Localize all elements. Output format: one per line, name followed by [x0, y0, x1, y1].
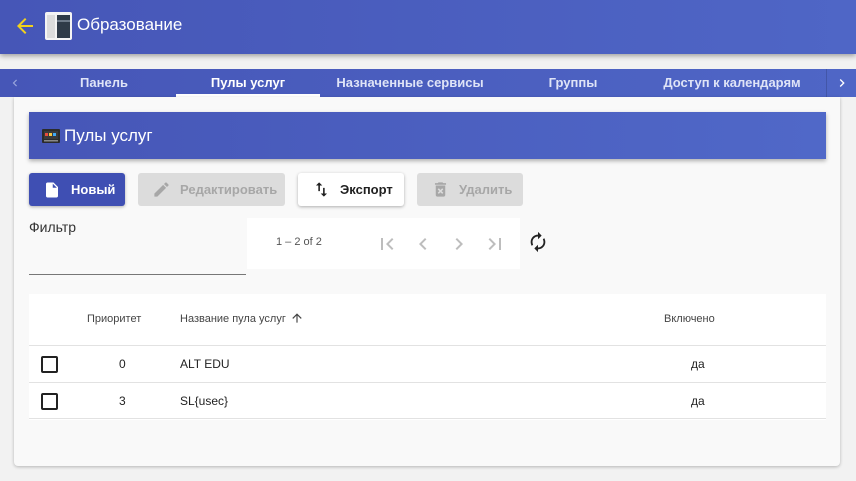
edit-button[interactable]: Редактировать	[138, 173, 285, 206]
cell-name: SL{usec}	[180, 394, 229, 408]
pager-range-label: 1 – 2 of 2	[276, 236, 322, 248]
pools-icon	[42, 129, 60, 143]
last-page-button[interactable]	[483, 232, 507, 256]
edit-button-label: Редактировать	[180, 182, 278, 197]
page-title: Образование	[77, 15, 183, 34]
cell-name: ALT EDU	[180, 357, 230, 371]
row-checkbox[interactable]	[41, 356, 58, 373]
table-row[interactable]: 0 ALT EDU да	[29, 345, 826, 382]
chevron-left-icon	[12, 79, 17, 87]
book-icon	[45, 12, 72, 40]
column-header-name[interactable]: Название пула услуг	[180, 313, 302, 325]
column-header-name-label: Название пула услуг	[180, 313, 286, 325]
column-header-priority[interactable]: Приоритет	[87, 313, 141, 325]
new-file-icon	[46, 182, 58, 198]
arrow-left-icon	[17, 18, 33, 34]
tab-scroll-right-button[interactable]	[826, 69, 856, 97]
new-button-label: Новый	[71, 182, 116, 197]
export-button-label: Экспорт	[340, 182, 393, 197]
column-header-enabled[interactable]: Включено	[664, 313, 715, 325]
tab-assigned-services[interactable]: Назначенные сервисы	[320, 69, 500, 97]
next-page-button[interactable]	[447, 232, 471, 256]
first-page-button[interactable]	[375, 232, 399, 256]
tab-dashboard[interactable]: Панель	[32, 69, 176, 97]
chevron-left-icon	[419, 238, 427, 250]
back-button[interactable]	[13, 14, 37, 38]
section-header: Пулы услуг	[29, 112, 826, 159]
pencil-icon	[154, 182, 169, 197]
previous-page-button[interactable]	[411, 232, 435, 256]
section-title: Пулы услуг	[64, 126, 153, 145]
cell-priority: 0	[119, 357, 126, 371]
table-row[interactable]: 3 SL{usec} да	[29, 382, 826, 419]
sort-ascending-icon	[292, 313, 302, 323]
first-page-icon	[381, 238, 394, 250]
filter-label: Фильтр	[29, 219, 77, 235]
cell-enabled: да	[691, 357, 705, 371]
last-page-icon	[488, 238, 501, 250]
top-app-bar: Образование	[0, 0, 856, 54]
swap-vertical-icon	[315, 182, 328, 197]
new-button[interactable]: Новый	[29, 173, 125, 206]
trash-icon	[434, 182, 447, 197]
delete-button-label: Удалить	[459, 182, 513, 197]
tab-scroll-left-button[interactable]	[0, 69, 30, 97]
cell-priority: 3	[119, 394, 126, 408]
filter-input[interactable]	[29, 244, 246, 275]
refresh-button[interactable]	[527, 231, 549, 253]
tab-groups[interactable]: Группы	[500, 69, 646, 97]
row-checkbox[interactable]	[41, 393, 58, 410]
cell-enabled: да	[691, 394, 705, 408]
paginator: 1 – 2 of 2	[247, 218, 520, 269]
export-button[interactable]: Экспорт	[298, 173, 404, 206]
refresh-icon	[530, 231, 546, 253]
tab-service-pools[interactable]: Пулы услуг	[176, 69, 320, 97]
chevron-right-icon	[839, 79, 845, 87]
delete-button[interactable]: Удалить	[417, 173, 523, 206]
chevron-right-icon	[455, 238, 463, 250]
service-pools-table: Приоритет Название пула услуг Включено 0…	[29, 294, 826, 420]
tab-calendar-access[interactable]: Доступ к календарям	[646, 69, 818, 97]
tab-bar: Панель Пулы услуг Назначенные сервисы Гр…	[0, 69, 856, 97]
